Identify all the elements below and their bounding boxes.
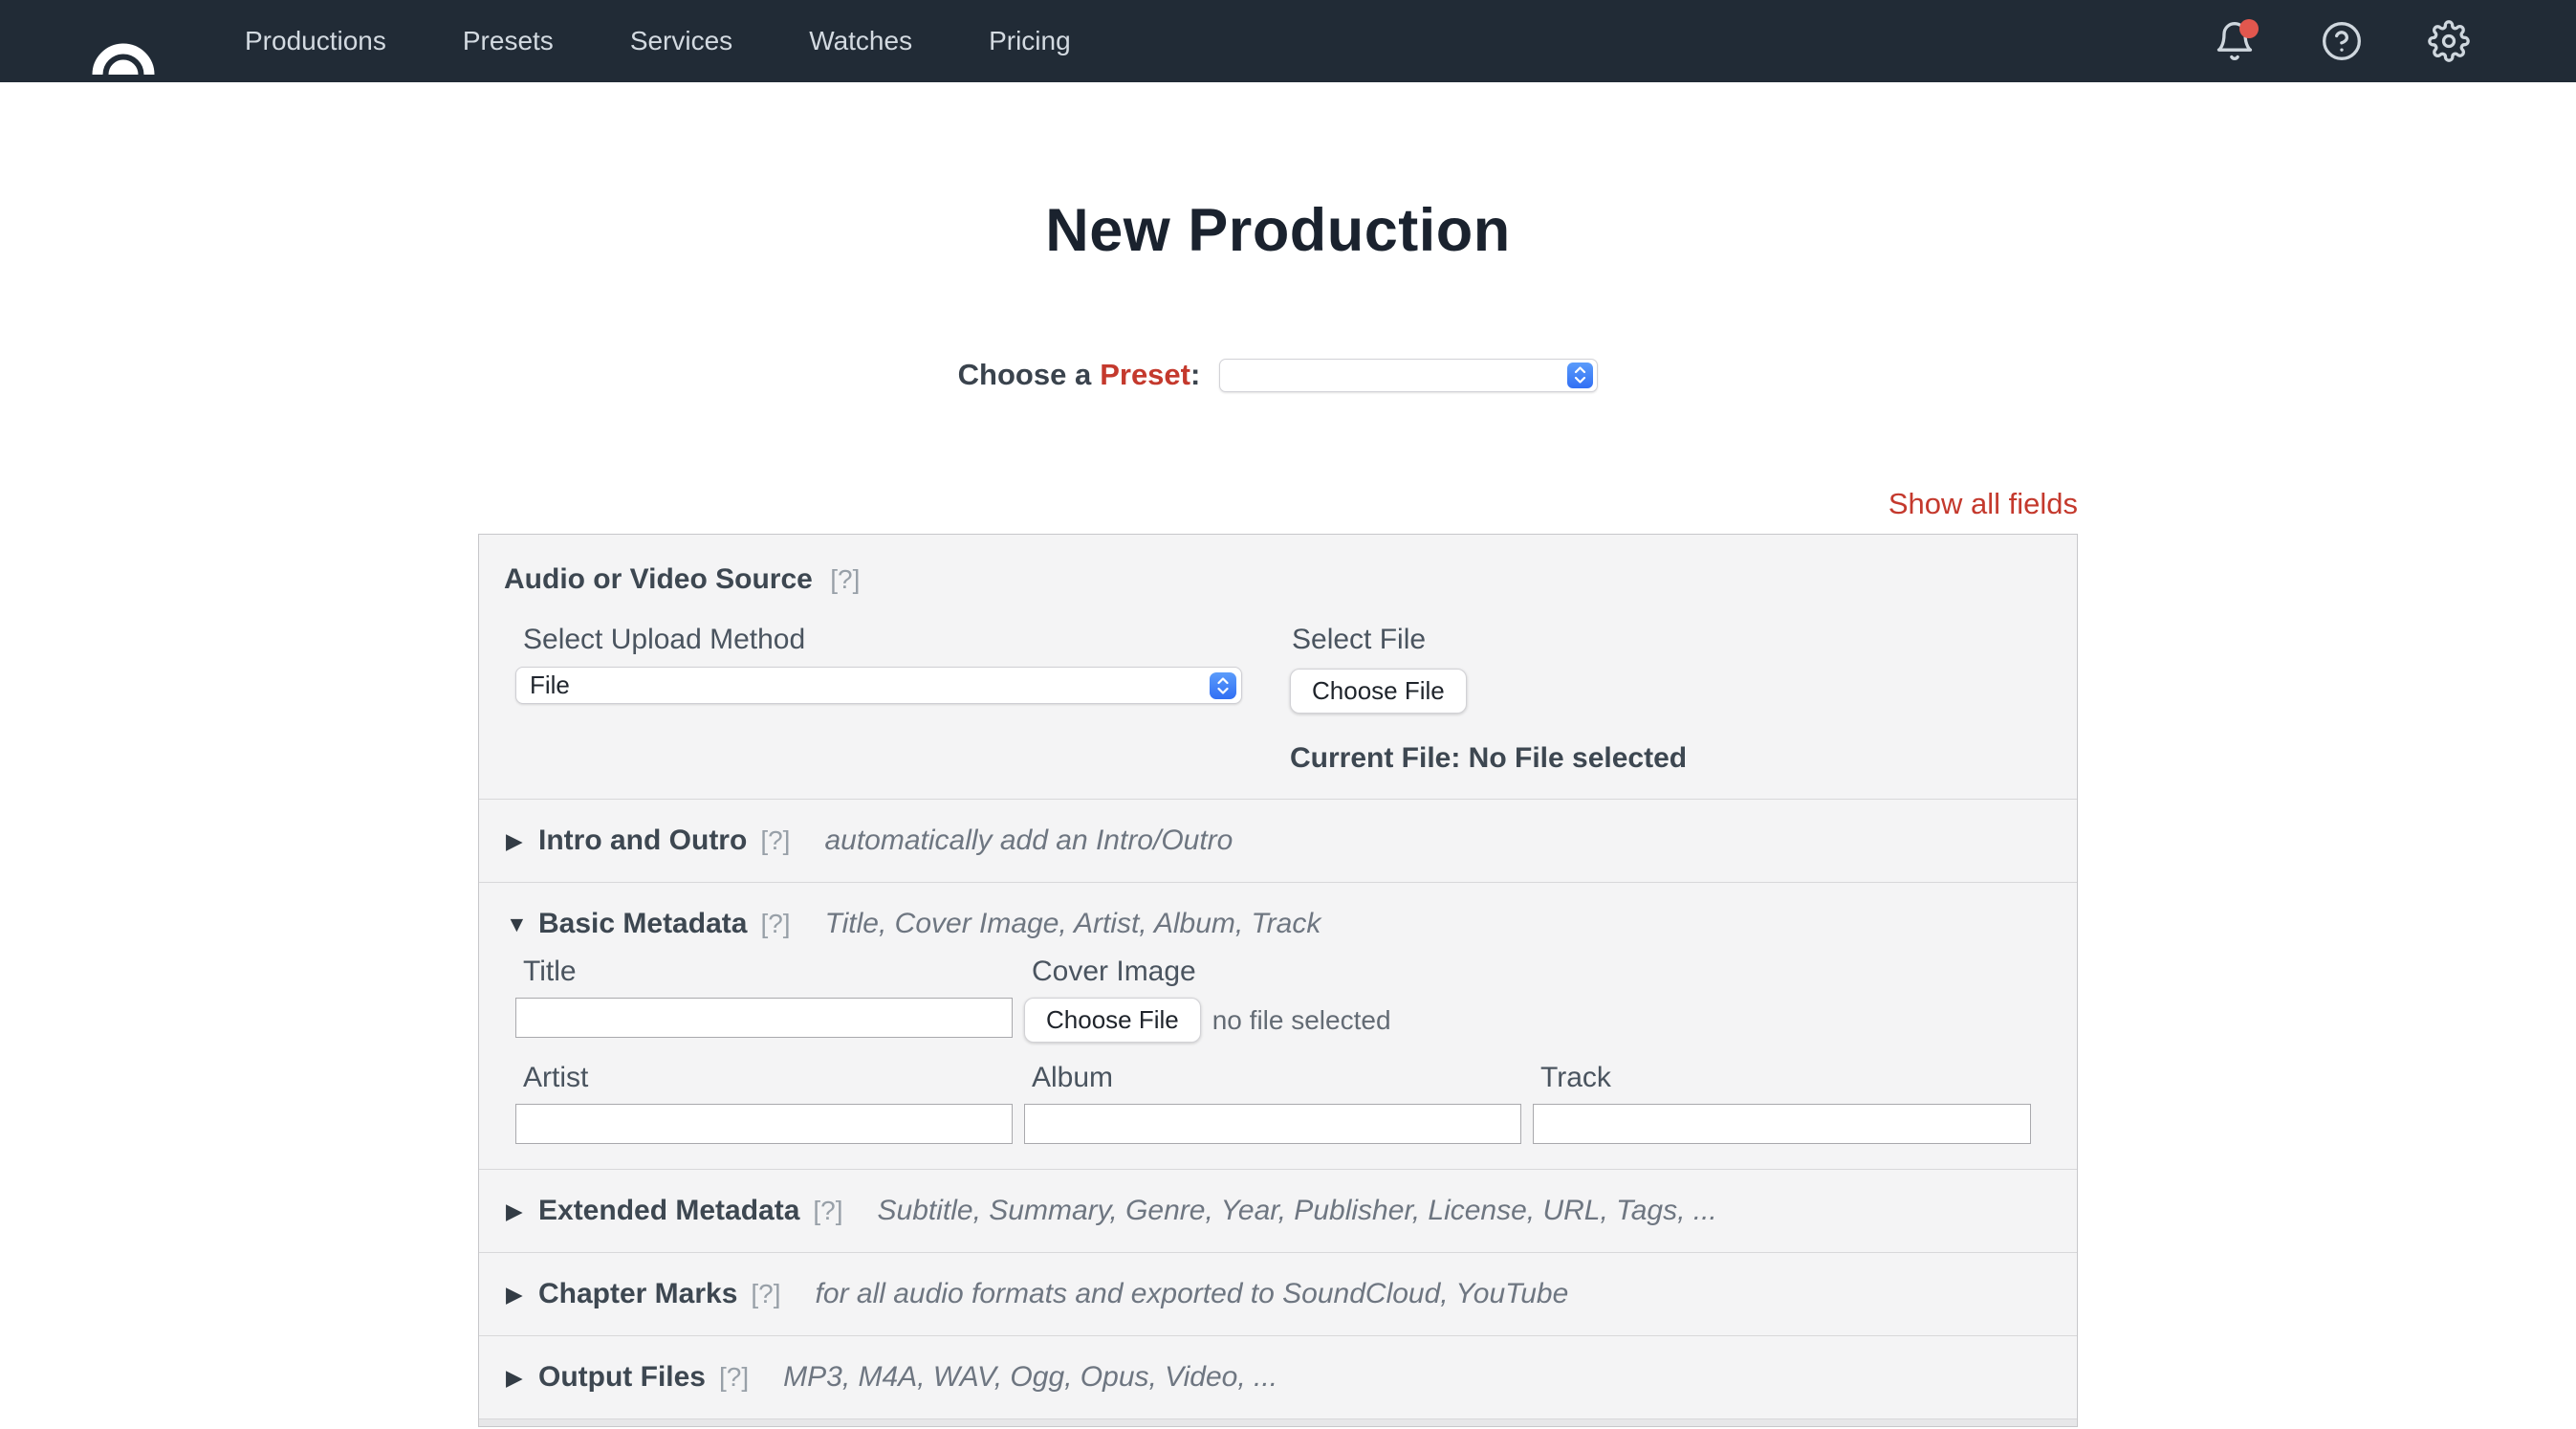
source-section-title: Audio or Video Source — [504, 563, 813, 595]
next-section-peek — [479, 1418, 2077, 1426]
preset-select[interactable] — [1219, 359, 1598, 392]
output-files-help-icon[interactable]: [?] — [719, 1362, 749, 1393]
show-all-fields-link[interactable]: Show all fields — [1888, 487, 2078, 520]
select-stepper-icon — [1210, 672, 1236, 699]
artist-field-group: Artist — [515, 1062, 1013, 1144]
artist-label: Artist — [515, 1062, 1013, 1094]
nav-item-productions[interactable]: Productions — [245, 26, 386, 56]
cover-choose-file-button[interactable]: Choose File — [1024, 998, 1201, 1043]
preset-label-accent: Preset — [1100, 358, 1190, 391]
extended-metadata-help-icon[interactable]: [?] — [813, 1196, 842, 1226]
basic-metadata-title: Basic Metadata — [538, 908, 747, 940]
album-field-group: Album — [1024, 1062, 1521, 1144]
help-icon[interactable] — [2320, 19, 2364, 63]
cover-image-label: Cover Image — [1024, 956, 2031, 988]
select-file-column: Select File Choose File Current File: No… — [1290, 624, 2050, 775]
preset-label-prefix: Choose a — [958, 358, 1092, 391]
nav-item-presets[interactable]: Presets — [463, 26, 554, 56]
basic-metadata-fields: Title Cover Image Choose File no file se… — [491, 956, 2077, 1169]
nav-item-watches[interactable]: Watches — [809, 26, 912, 56]
new-production-form: Audio or Video Source [?] Select Upload … — [478, 534, 2078, 1427]
track-label: Track — [1533, 1062, 2031, 1094]
album-label: Album — [1024, 1062, 1521, 1094]
disclosure-triangle-icon: ▶ — [506, 1282, 538, 1308]
intro-outro-description: automatically add an Intro/Outro — [824, 824, 1233, 857]
notifications-bell-icon[interactable] — [2213, 19, 2257, 63]
disclosure-triangle-icon: ▶ — [506, 1198, 538, 1224]
intro-outro-title: Intro and Outro — [538, 824, 747, 857]
upload-method-value: File — [530, 671, 1210, 700]
source-choose-file-button[interactable]: Choose File — [1290, 669, 1467, 714]
nav-item-services[interactable]: Services — [630, 26, 732, 56]
extended-metadata-description: Subtitle, Summary, Genre, Year, Publishe… — [878, 1195, 1717, 1227]
section-output-files[interactable]: ▶ Output Files [?] MP3, M4A, WAV, Ogg, O… — [479, 1335, 2077, 1418]
select-file-label: Select File — [1290, 624, 2050, 656]
basic-metadata-description: Title, Cover Image, Artist, Album, Track — [825, 908, 1321, 940]
upload-method-select[interactable]: File — [515, 667, 1242, 704]
album-input[interactable] — [1024, 1104, 1521, 1144]
page-content: New Production Choose aPreset: Show all … — [478, 195, 2078, 1427]
section-chapter-marks[interactable]: ▶ Chapter Marks [?] for all audio format… — [479, 1252, 2077, 1335]
chapter-marks-description: for all audio formats and exported to So… — [816, 1278, 1569, 1310]
navbar-actions — [2213, 19, 2471, 63]
notification-badge — [2239, 19, 2259, 38]
title-input[interactable] — [515, 998, 1013, 1038]
section-extended-metadata[interactable]: ▶ Extended Metadata [?] Subtitle, Summar… — [479, 1169, 2077, 1252]
cover-image-field-group: Cover Image Choose File no file selected — [1024, 956, 2031, 1043]
select-stepper-icon — [1567, 363, 1593, 388]
disclosure-triangle-icon: ▼ — [506, 912, 538, 937]
preset-label: Choose aPreset: — [958, 358, 1201, 392]
intro-outro-help-icon[interactable]: [?] — [760, 825, 790, 856]
section-intro-and-outro[interactable]: ▶ Intro and Outro [?] automatically add … — [479, 799, 2077, 882]
settings-gear-icon[interactable] — [2427, 19, 2471, 63]
upload-method-column: Select Upload Method File — [515, 624, 1242, 775]
auphonic-logo-icon[interactable] — [84, 11, 163, 77]
cover-file-status: no file selected — [1212, 1005, 1391, 1036]
current-file-status: Current File: No File selected — [1290, 742, 2050, 775]
source-section-header: Audio or Video Source [?] — [504, 563, 2050, 596]
section-audio-video-source: Audio or Video Source [?] Select Upload … — [479, 535, 2077, 799]
upload-method-label: Select Upload Method — [515, 624, 1242, 656]
page-title: New Production — [478, 195, 2078, 266]
basic-metadata-help-icon[interactable]: [?] — [760, 909, 790, 939]
chapter-marks-title: Chapter Marks — [538, 1278, 737, 1310]
disclosure-triangle-icon: ▶ — [506, 1365, 538, 1391]
source-help-icon[interactable]: [?] — [830, 564, 860, 594]
title-label: Title — [515, 956, 1013, 988]
main-nav: Productions Presets Services Watches Pri… — [245, 26, 1071, 56]
track-field-group: Track — [1533, 1062, 2031, 1144]
extended-metadata-title: Extended Metadata — [538, 1195, 799, 1227]
basic-metadata-header[interactable]: ▼ Basic Metadata [?] Title, Cover Image,… — [479, 883, 2077, 956]
disclosure-triangle-icon: ▶ — [506, 828, 538, 854]
preset-label-suffix: : — [1190, 358, 1200, 391]
title-field-group: Title — [515, 956, 1013, 1043]
preset-chooser: Choose aPreset: — [478, 358, 2078, 392]
top-navbar: Productions Presets Services Watches Pri… — [0, 0, 2576, 82]
track-input[interactable] — [1533, 1104, 2031, 1144]
artist-input[interactable] — [515, 1104, 1013, 1144]
output-files-title: Output Files — [538, 1361, 706, 1394]
nav-item-pricing[interactable]: Pricing — [989, 26, 1071, 56]
show-all-fields-row: Show all fields — [478, 487, 2078, 521]
chapter-marks-help-icon[interactable]: [?] — [751, 1279, 780, 1309]
section-basic-metadata: ▼ Basic Metadata [?] Title, Cover Image,… — [479, 882, 2077, 1169]
output-files-description: MP3, M4A, WAV, Ogg, Opus, Video, ... — [783, 1361, 1277, 1394]
